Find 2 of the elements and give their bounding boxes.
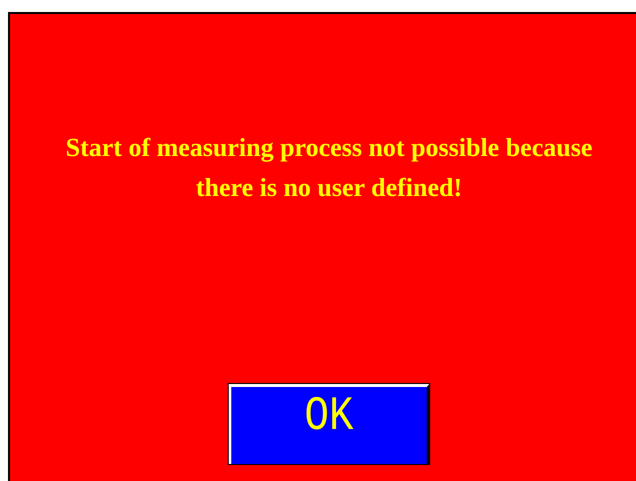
error-message: Start of measuring process not possible because there is no user defined! <box>64 132 594 204</box>
ok-button[interactable]: OK <box>228 384 430 464</box>
